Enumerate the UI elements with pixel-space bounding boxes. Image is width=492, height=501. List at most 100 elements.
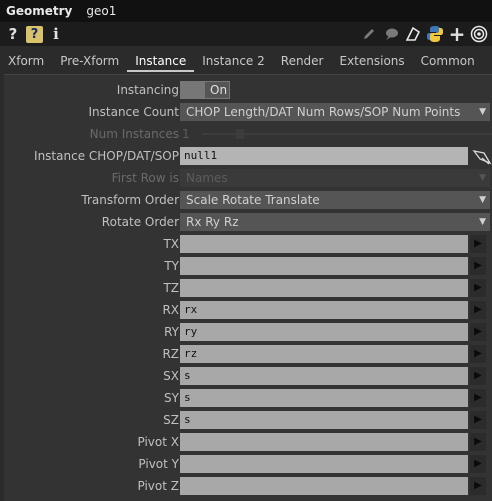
param-label: Rotate Order	[101, 215, 179, 229]
menu-value: CHOP Length/DAT Num Rows/SOP Num Points	[186, 105, 461, 119]
comment-icon[interactable]	[382, 25, 400, 43]
param-tx: TX ▶	[4, 233, 492, 255]
target-icon[interactable]	[470, 25, 488, 43]
expand-arrow-icon[interactable]: ▶	[470, 477, 486, 495]
param-label: Pivot X	[137, 435, 180, 449]
pivot-y-field[interactable]	[180, 455, 468, 473]
expand-arrow-icon[interactable]: ▶	[470, 367, 486, 385]
pivot-z-field[interactable]	[180, 477, 468, 495]
tx-field[interactable]	[180, 235, 468, 253]
param-transform-order: Transform Order Scale Rotate Translate ▼	[4, 189, 492, 211]
param-sy: SY s ▶	[4, 387, 492, 409]
sz-field[interactable]: s	[180, 411, 468, 429]
param-pivot-y: Pivot Y ▶	[4, 453, 492, 475]
param-label: Instancing	[116, 83, 179, 97]
param-label: RY	[164, 325, 179, 339]
instance-count-menu[interactable]: CHOP Length/DAT Num Rows/SOP Num Points …	[180, 103, 490, 121]
param-instancing: Instancing On	[4, 79, 492, 101]
param-label: Pivot Y	[138, 457, 179, 471]
first-row-menu: Names ▼	[180, 169, 490, 187]
expand-arrow-icon[interactable]: ▶	[470, 279, 486, 297]
param-tz: TZ ▶	[4, 277, 492, 299]
sy-field[interactable]: s	[180, 389, 468, 407]
num-instances-value: 1	[182, 127, 190, 141]
expand-arrow-icon[interactable]: ▶	[470, 345, 486, 363]
param-ry: RY ry ▶	[4, 321, 492, 343]
chevron-down-icon: ▼	[479, 195, 486, 205]
chevron-down-icon: ▼	[479, 217, 486, 227]
expand-arrow-icon[interactable]: ▶	[470, 411, 486, 429]
ry-field[interactable]: ry	[180, 323, 468, 341]
param-label: SX	[163, 369, 179, 383]
param-sx: SX s ▶	[4, 365, 492, 387]
tab-pre-xform[interactable]: Pre-Xform	[52, 54, 127, 72]
param-sz: SZ s ▶	[4, 409, 492, 431]
pencil-icon[interactable]	[360, 25, 378, 43]
tz-field[interactable]	[180, 279, 468, 297]
transform-order-menu[interactable]: Scale Rotate Translate ▼	[180, 191, 490, 209]
param-label: Transform Order	[81, 193, 179, 207]
toggle-value: On	[210, 83, 228, 97]
toggle-knob	[181, 82, 205, 98]
param-label: Num Instances	[89, 127, 179, 141]
instancing-toggle[interactable]: On	[180, 81, 230, 99]
operator-name[interactable]: geo1	[86, 4, 116, 18]
param-label: TZ	[163, 281, 179, 295]
param-pivot-x: Pivot X ▶	[4, 431, 492, 453]
expand-arrow-icon[interactable]: ▶	[470, 235, 486, 253]
toolbar: ? ? i +	[0, 22, 492, 46]
ty-field[interactable]	[180, 257, 468, 275]
tab-common[interactable]: Common	[413, 54, 483, 72]
chevron-down-icon: ▼	[479, 107, 486, 117]
rz-field[interactable]: rz	[180, 345, 468, 363]
param-ty: TY ▶	[4, 255, 492, 277]
tab-instance-2[interactable]: Instance 2	[194, 54, 273, 72]
tab-render[interactable]: Render	[273, 54, 332, 72]
pivot-x-field[interactable]	[180, 433, 468, 451]
param-rz: RZ rz ▶	[4, 343, 492, 365]
instance-op-field[interactable]: null1	[180, 147, 468, 165]
help-icon[interactable]: ?	[4, 25, 22, 43]
rotate-order-menu[interactable]: Rx Ry Rz ▼	[180, 213, 490, 231]
info-icon[interactable]: i	[47, 25, 65, 43]
expand-arrow-icon[interactable]: ▶	[470, 433, 486, 451]
python-icon[interactable]	[426, 25, 444, 43]
param-label: First Row is	[111, 171, 179, 185]
tab-xform[interactable]: Xform	[0, 54, 52, 72]
num-instances-slider-track	[202, 133, 492, 135]
param-num-instances: Num Instances 1	[4, 123, 492, 145]
parameter-tabs: Xform Pre-Xform Instance Instance 2 Rend…	[0, 48, 492, 72]
rx-field[interactable]: rx	[180, 301, 468, 319]
param-label: SZ	[163, 413, 179, 427]
title-bar: Geometry geo1	[0, 0, 492, 22]
param-label: TX	[163, 237, 179, 251]
param-label: Instance CHOP/DAT/SOP	[34, 149, 179, 163]
python-help-icon[interactable]: ?	[26, 25, 43, 43]
param-instance-count: Instance Count CHOP Length/DAT Num Rows/…	[4, 101, 492, 123]
param-label: RX	[162, 303, 179, 317]
expand-arrow-icon[interactable]: ▶	[470, 389, 486, 407]
num-instances-slider-handle	[236, 129, 244, 139]
param-label: Instance Count	[88, 105, 180, 119]
param-pivot-z: Pivot Z ▶	[4, 475, 492, 497]
operator-drop-icon[interactable]	[472, 149, 492, 165]
menu-value: Names	[186, 171, 228, 185]
menu-value: Scale Rotate Translate	[186, 193, 320, 207]
expand-arrow-icon[interactable]: ▶	[470, 301, 486, 319]
param-label: RZ	[162, 347, 179, 361]
expand-arrow-icon[interactable]: ▶	[470, 257, 486, 275]
param-label: SY	[164, 391, 179, 405]
clone-icon[interactable]	[404, 25, 422, 43]
param-instance-op: Instance CHOP/DAT/SOP null1	[4, 145, 492, 167]
sx-field[interactable]: s	[180, 367, 468, 385]
menu-value: Rx Ry Rz	[186, 215, 239, 229]
param-rotate-order: Rotate Order Rx Ry Rz ▼	[4, 211, 492, 233]
tab-extensions[interactable]: Extensions	[332, 54, 413, 72]
param-label: Pivot Z	[137, 479, 180, 493]
expand-arrow-icon[interactable]: ▶	[470, 455, 486, 473]
expand-arrow-icon[interactable]: ▶	[470, 323, 486, 341]
param-rx: RX rx ▶	[4, 299, 492, 321]
tab-instance[interactable]: Instance	[127, 54, 195, 72]
parameter-panel: Instancing On Instance Count CHOP Length…	[4, 74, 492, 501]
plus-icon[interactable]: +	[448, 22, 466, 46]
